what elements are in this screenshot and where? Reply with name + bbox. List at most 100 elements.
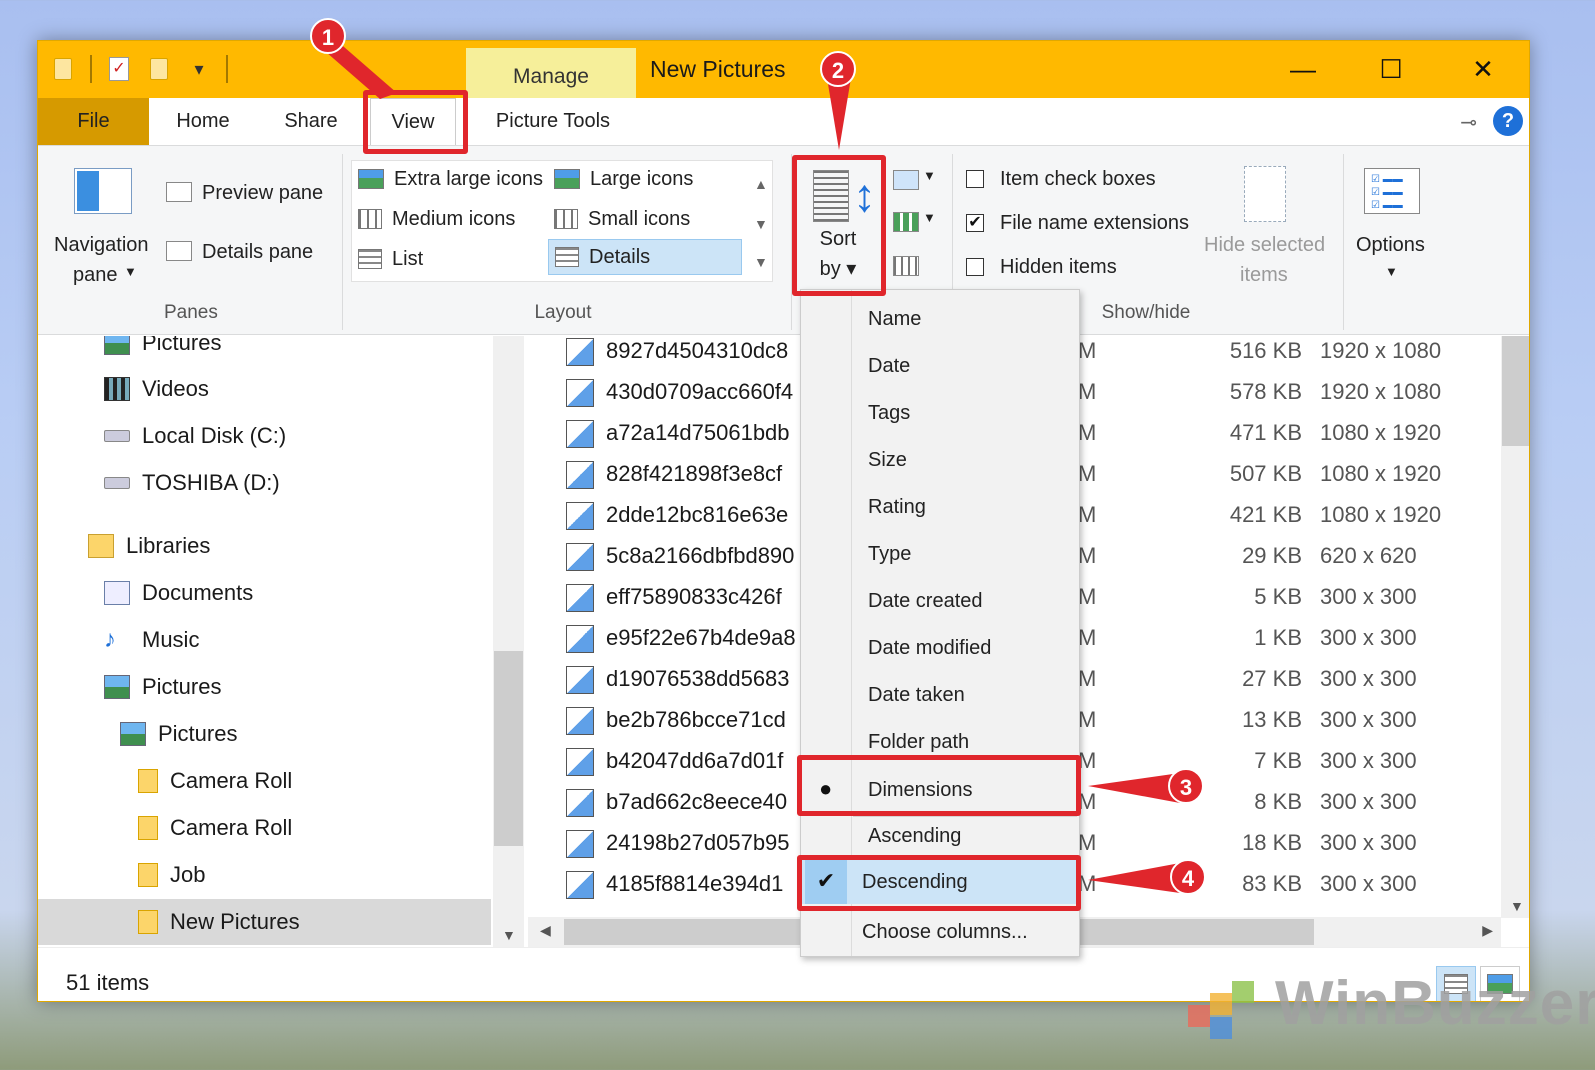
- item-check-boxes-checkbox[interactable]: [966, 170, 984, 188]
- sort-option-tags[interactable]: Tags: [801, 389, 1079, 435]
- highlight-view-tab: [363, 90, 468, 154]
- layout-item-label: List: [392, 247, 424, 270]
- sort-option-date-created[interactable]: Date created: [801, 577, 1079, 623]
- scroll-down-icon[interactable]: ▼: [1510, 898, 1524, 914]
- maximize-button[interactable]: ☐: [1361, 49, 1421, 89]
- tab-file[interactable]: File: [38, 98, 149, 145]
- options-button[interactable]: Options: [1356, 234, 1425, 257]
- tab-manage[interactable]: Manage: [466, 48, 636, 98]
- chevron-down-icon[interactable]: ▼: [923, 210, 936, 225]
- layout-details[interactable]: Details: [548, 239, 742, 275]
- layout-extra-large-icons[interactable]: Extra large icons: [352, 161, 543, 197]
- file-name: 4185f8814e394d1: [606, 871, 784, 896]
- navigation-pane-icon[interactable]: [74, 168, 132, 214]
- group-divider: [1343, 154, 1344, 330]
- size-columns-icon[interactable]: [893, 256, 919, 276]
- minimize-button[interactable]: —: [1273, 49, 1333, 89]
- scroll-right-icon[interactable]: ▶: [1482, 922, 1493, 939]
- sort-option-name[interactable]: Name: [801, 295, 1079, 341]
- tab-home[interactable]: Home: [163, 98, 243, 145]
- file-list-vertical-scrollbar[interactable]: ▼: [1501, 336, 1529, 918]
- sort-option-rating[interactable]: Rating: [801, 483, 1079, 529]
- folder-icon: [138, 816, 158, 840]
- nav-item-pictures-folder[interactable]: Pictures: [120, 711, 237, 757]
- layout-list[interactable]: List: [352, 241, 423, 277]
- group-by-icon[interactable]: [893, 170, 919, 190]
- tab-picture-tools[interactable]: Picture Tools: [483, 98, 623, 145]
- file-dimensions: 300 x 300: [1320, 871, 1417, 896]
- menu-item-label: Size: [868, 449, 907, 471]
- close-button[interactable]: ✕: [1453, 49, 1513, 89]
- chevron-down-icon[interactable]: ▾: [186, 55, 212, 83]
- tab-share[interactable]: Share: [271, 98, 351, 145]
- sort-option-date-modified[interactable]: Date modified: [801, 624, 1079, 670]
- nav-item-camera-roll-2[interactable]: Camera Roll: [138, 805, 292, 851]
- choose-columns-option[interactable]: Choose columns...: [801, 908, 1079, 954]
- chevron-down-icon[interactable]: ▼: [1385, 264, 1398, 279]
- help-icon[interactable]: ?: [1493, 106, 1523, 136]
- properties-icon[interactable]: ✓: [106, 55, 132, 83]
- sort-option-ascending[interactable]: Ascending: [801, 812, 1079, 858]
- menu-item-label: Date created: [868, 590, 983, 612]
- gallery-scroll-up-icon[interactable]: ▲: [754, 176, 768, 192]
- nav-item-camera-roll[interactable]: Camera Roll: [138, 758, 292, 804]
- navigation-pane-label[interactable]: Navigation: [54, 234, 149, 257]
- hidden-items-label[interactable]: Hidden items: [1000, 256, 1117, 279]
- step-badge-4: 4: [1170, 859, 1206, 895]
- preview-pane-icon: [166, 182, 192, 202]
- drive-icon: [104, 430, 130, 442]
- nav-item-libraries[interactable]: Libraries: [88, 523, 210, 569]
- explorer-window: ✓ ▾ Manage New Pictures — ☐ ✕ File Home …: [37, 40, 1530, 1002]
- gallery-expand-icon[interactable]: ▼: [754, 254, 768, 270]
- nav-item-label: Local Disk (C:): [142, 423, 287, 448]
- folder-icon: [138, 769, 158, 793]
- hide-selected-label-2: items: [1240, 264, 1288, 286]
- extra-large-icons-icon: [358, 169, 384, 189]
- pin-icon[interactable]: ⊸: [1460, 110, 1477, 135]
- scroll-left-icon[interactable]: ◀: [540, 922, 551, 939]
- navigation-pane-label-2[interactable]: pane: [73, 264, 118, 287]
- gallery-scroll-down-icon[interactable]: ▼: [754, 216, 768, 232]
- chevron-down-icon[interactable]: ▼: [923, 168, 936, 183]
- nav-item-documents[interactable]: Documents: [104, 570, 253, 616]
- layout-small-icons[interactable]: Small icons: [548, 201, 690, 237]
- nav-scrollbar[interactable]: ▼: [493, 336, 524, 947]
- nav-item-toshiba[interactable]: TOSHIBA (D:): [104, 460, 280, 506]
- sort-option-type[interactable]: Type: [801, 530, 1079, 576]
- nav-item-music[interactable]: ♪ Music: [104, 617, 199, 663]
- folder-icon[interactable]: [50, 55, 76, 83]
- file-dimensions: 1080 x 1920: [1320, 502, 1442, 527]
- nav-scrollbar-thumb[interactable]: [494, 651, 523, 846]
- nav-item-label: Camera Roll: [170, 768, 293, 793]
- nav-item-videos[interactable]: Videos: [104, 366, 209, 412]
- file-size: 18 KB: [1242, 830, 1302, 855]
- options-icon[interactable]: [1364, 168, 1420, 214]
- nav-item-pictures-library[interactable]: Pictures: [104, 664, 221, 710]
- nav-item-new-pictures[interactable]: New Pictures: [38, 899, 491, 945]
- nav-item-pictures[interactable]: Pictures: [104, 336, 221, 366]
- hidden-items-checkbox[interactable]: [966, 258, 984, 276]
- details-pane-button[interactable]: Details pane: [202, 241, 313, 264]
- file-name-extensions-checkbox[interactable]: ✔: [966, 214, 984, 232]
- preview-pane-button[interactable]: Preview pane: [202, 182, 323, 205]
- image-file-icon: [566, 461, 594, 489]
- scroll-down-icon[interactable]: ▼: [502, 927, 516, 943]
- nav-item-label: New Pictures: [170, 909, 300, 934]
- quick-access-toolbar: ✓ ▾: [50, 55, 228, 83]
- sort-option-date[interactable]: Date: [801, 342, 1079, 388]
- sort-option-date-taken[interactable]: Date taken: [801, 671, 1079, 717]
- item-check-boxes-label[interactable]: Item check boxes: [1000, 168, 1156, 191]
- file-name-extensions-label[interactable]: File name extensions: [1000, 212, 1189, 235]
- layout-medium-icons[interactable]: Medium icons: [352, 201, 515, 237]
- chevron-down-icon[interactable]: ▼: [124, 264, 137, 279]
- nav-item-local-disk[interactable]: Local Disk (C:): [104, 413, 286, 459]
- add-columns-icon[interactable]: [893, 212, 919, 232]
- vertical-scrollbar-thumb[interactable]: [1502, 336, 1529, 446]
- layout-large-icons[interactable]: Large icons: [548, 161, 693, 197]
- sort-option-size[interactable]: Size: [801, 436, 1079, 482]
- new-folder-icon[interactable]: [146, 55, 172, 83]
- file-size: 578 KB: [1229, 379, 1302, 404]
- nav-item-job[interactable]: Job: [138, 852, 205, 898]
- file-date-fragment: M: [1078, 543, 1097, 568]
- image-file-icon: [566, 502, 594, 530]
